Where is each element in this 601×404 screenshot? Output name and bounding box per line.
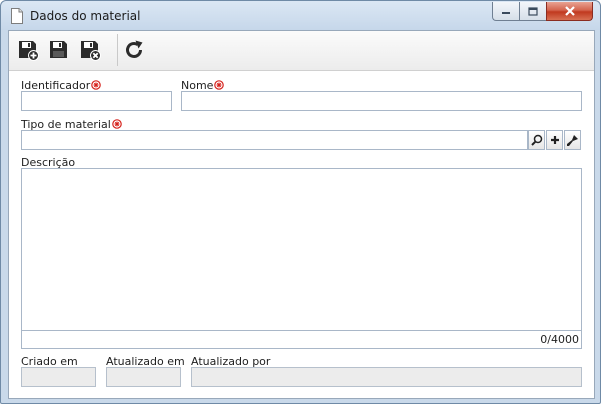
save-new-button[interactable] [15,37,41,63]
identifier-field[interactable] [21,91,172,111]
description-field[interactable]: 0/4000 [21,168,582,349]
material-dialog: Dados do material Identificador Nome Tip… [0,0,601,404]
created-on-input [22,368,95,386]
material-type-input[interactable] [22,131,527,149]
material-type-field[interactable] [21,130,528,150]
close-button[interactable] [546,2,593,21]
floppy-disk-x-icon [81,41,101,61]
updated-on-input [107,368,180,386]
maximize-icon [528,6,538,16]
material-type-clear-button[interactable] [564,130,581,150]
name-field[interactable] [181,91,582,111]
created-on-field [21,367,96,387]
plus-icon [550,136,559,144]
name-input[interactable] [182,92,581,110]
toolbar [9,31,594,71]
identifier-input[interactable] [22,92,171,110]
search-icon [530,134,542,146]
updated-by-field [191,367,582,387]
character-counter: 0/4000 [540,333,579,346]
maximize-button[interactable] [519,2,546,21]
window-controls [492,2,593,21]
window-title: Dados do material [30,9,141,23]
save-close-button[interactable] [77,37,103,63]
title-bar[interactable]: Dados do material [1,1,600,30]
save-button[interactable] [46,37,72,63]
material-form: Identificador Nome Tipo de material Desc… [9,72,594,398]
minimize-icon [502,12,510,14]
required-icon [112,119,122,129]
toolbar-separator [117,34,118,66]
close-icon [564,6,575,16]
material-type-search-button[interactable] [528,130,545,150]
refresh-button[interactable] [121,37,147,63]
document-icon [11,8,23,24]
updated-by-input [192,368,581,386]
required-icon [91,80,102,90]
floppy-disk-icon [50,41,67,58]
clear-icon [567,134,578,146]
floppy-disk-plus-icon [19,41,39,61]
updated-on-field [106,367,181,387]
material-type-add-button[interactable] [546,130,563,150]
description-footer: 0/4000 [22,330,581,348]
refresh-icon [126,40,143,58]
required-icon [214,80,225,90]
description-textarea[interactable] [22,169,581,330]
dialog-client-area: Identificador Nome Tipo de material Desc… [8,30,595,399]
minimize-button[interactable] [492,2,519,21]
